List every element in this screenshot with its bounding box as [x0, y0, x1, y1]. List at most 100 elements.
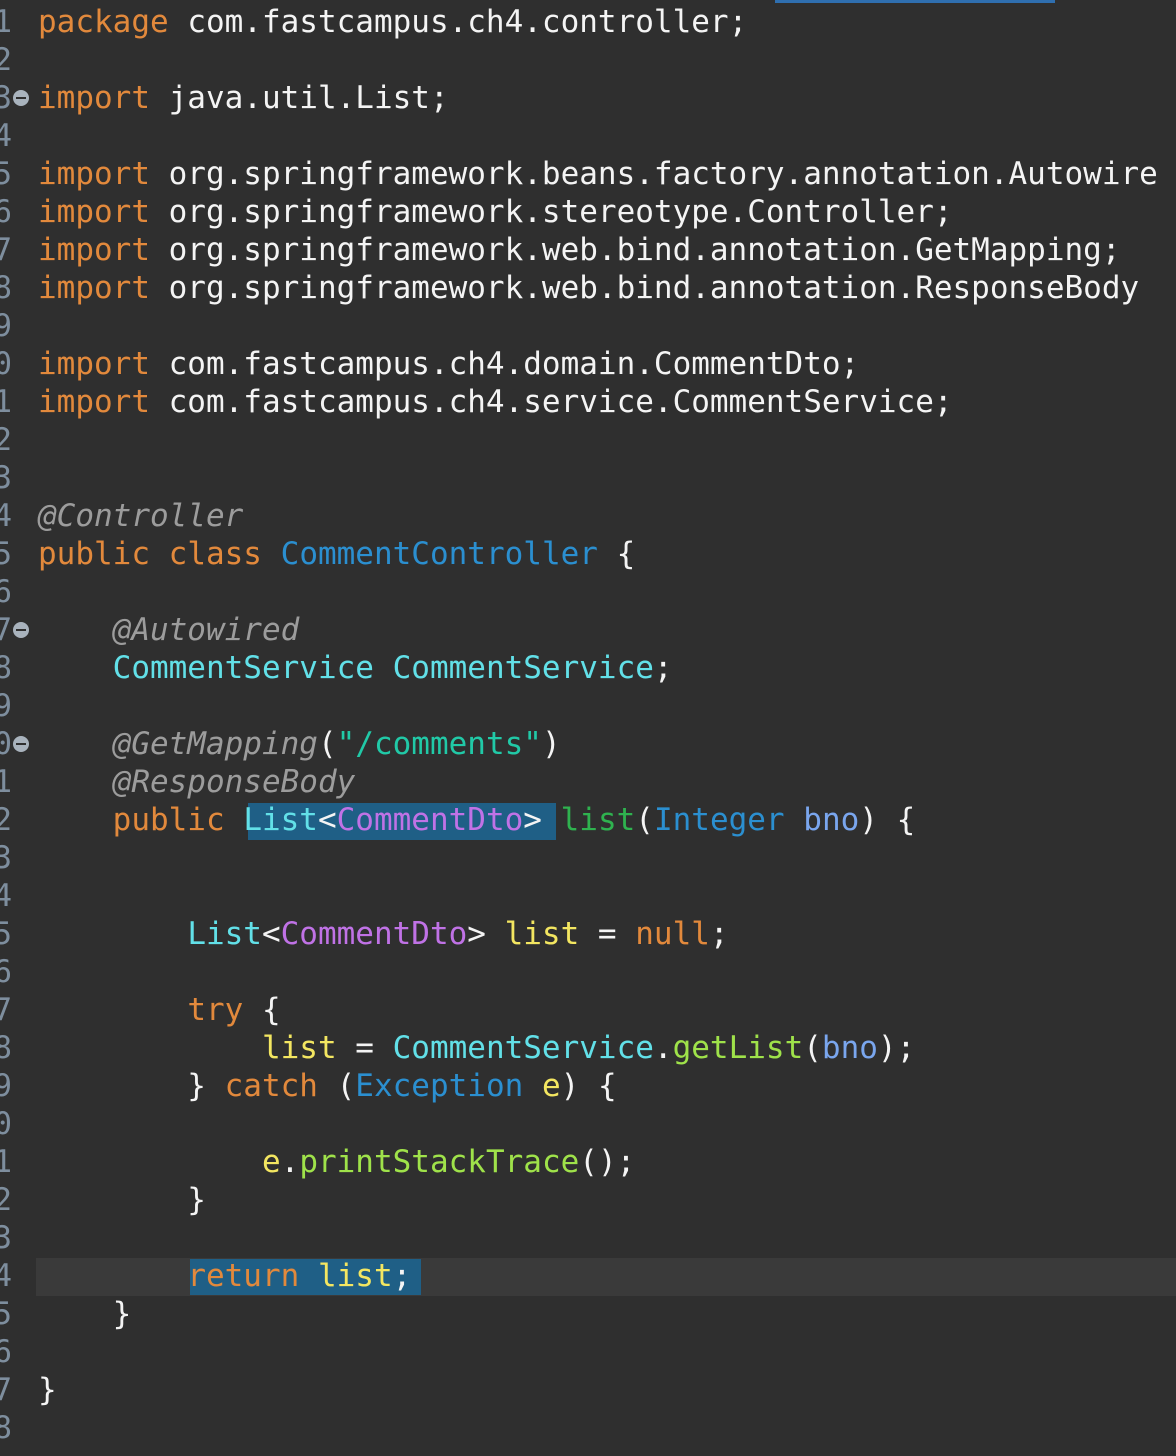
code-line[interactable]: 6 import org.springframework.stereotype.C… — [0, 193, 1176, 231]
code-line[interactable]: 4 @Controller — [0, 497, 1176, 535]
code-token: try — [187, 992, 244, 1028]
code-line[interactable]: 3 — [0, 839, 1176, 877]
line-number: 8 — [0, 1030, 12, 1066]
line-number: 4 — [0, 878, 12, 914]
line-number: 9 — [0, 1068, 12, 1104]
code-line[interactable]: 1 import com.fastcampus.ch4.service.Comme… — [0, 383, 1176, 421]
code-line[interactable]: 0 @GetMapping("/comments") — [0, 725, 1176, 763]
code-token: java.util.List; — [149, 80, 449, 116]
code-token: ; — [653, 650, 673, 686]
code-line[interactable]: 7 try { — [0, 991, 1176, 1029]
fold-collapse-icon[interactable] — [13, 736, 29, 752]
code-line[interactable]: 9 — [0, 307, 1176, 345]
code-token: > — [467, 916, 505, 952]
line-number: 1 — [0, 384, 12, 420]
code-token: CommentService — [112, 650, 374, 686]
code-line[interactable]: 0 — [0, 1105, 1176, 1143]
code-text: import org.springframework.beans.factory… — [38, 155, 1158, 193]
line-number: 0 — [0, 726, 12, 762]
code-line[interactable]: 5 List<CommentDto> list = null; — [0, 915, 1176, 953]
code-line[interactable]: 1 @ResponseBody — [0, 763, 1176, 801]
code-line[interactable]: 6 — [0, 953, 1176, 991]
code-line[interactable]: 3 import java.util.List; — [0, 79, 1176, 117]
code-line[interactable]: 2 } — [0, 1181, 1176, 1219]
code-token: CommentDto — [336, 802, 524, 838]
fold-collapse-icon[interactable] — [13, 90, 29, 106]
code-line[interactable]: 5 } — [0, 1295, 1176, 1333]
code-line[interactable]: 8 import org.springframework.web.bind.ann… — [0, 269, 1176, 307]
code-line[interactable]: 2 — [0, 41, 1176, 79]
code-token: Integer — [653, 802, 785, 838]
code-line[interactable]: 2 — [0, 421, 1176, 459]
code-line[interactable]: 5 public class CommentController { — [0, 535, 1176, 573]
code-line[interactable]: 3 — [0, 1219, 1176, 1257]
code-text: list = CommentService.getList(bno); — [38, 1029, 915, 1067]
code-token: < — [261, 916, 281, 952]
code-text: import java.util.List; — [38, 79, 449, 117]
code-token: "/comments" — [336, 726, 542, 762]
code-line[interactable]: 8 — [0, 1409, 1176, 1447]
code-line[interactable]: 7 import org.springframework.web.bind.ann… — [0, 231, 1176, 269]
code-token: import — [38, 194, 150, 230]
line-number: 9 — [0, 688, 12, 724]
line-number: 4 — [0, 118, 12, 154]
code-token: List — [243, 802, 318, 838]
line-number: 8 — [0, 270, 12, 306]
code-token: public — [38, 536, 150, 572]
code-line[interactable]: 7 @Autowired — [0, 611, 1176, 649]
code-token: catch — [224, 1068, 318, 1104]
code-line[interactable]: 8 list = CommentService.getList(bno); — [0, 1029, 1176, 1067]
code-text: import com.fastcampus.ch4.service.Commen… — [38, 383, 953, 421]
code-token: @Autowired — [112, 612, 300, 648]
code-token: bno — [821, 1030, 878, 1066]
line-number: 6 — [0, 574, 12, 610]
code-token: } — [38, 1296, 132, 1332]
line-number: 5 — [0, 916, 12, 952]
code-token: com.fastcampus.ch4.domain.CommentDto; — [149, 346, 860, 382]
fold-collapse-icon[interactable] — [13, 622, 29, 638]
line-number: 6 — [0, 954, 12, 990]
code-line[interactable]: 9 } catch (Exception e) { — [0, 1067, 1176, 1105]
code-token: e — [261, 1144, 281, 1180]
code-editor[interactable]: 1 package com.fastcampus.ch4.controller; 2… — [0, 0, 1176, 1456]
line-number: 2 — [0, 802, 12, 838]
code-text: } catch (Exception e) { — [38, 1067, 616, 1105]
code-line[interactable]: 9 — [0, 687, 1176, 725]
code-line[interactable]: 4 — [0, 117, 1176, 155]
code-token: ; — [709, 916, 729, 952]
code-line[interactable]: 3 — [0, 459, 1176, 497]
code-text: @Controller — [38, 497, 243, 535]
line-number: 4 — [0, 498, 12, 534]
code-token: list — [560, 802, 636, 838]
code-line[interactable]: 6 — [0, 1333, 1176, 1371]
code-token: list — [504, 916, 580, 952]
code-token: public — [112, 802, 225, 838]
code-line[interactable]: 6 — [0, 573, 1176, 611]
code-line[interactable]: 5 import org.springframework.beans.factor… — [0, 155, 1176, 193]
code-token: . — [280, 1144, 300, 1180]
code-line[interactable]: 8 CommentService CommentService; — [0, 649, 1176, 687]
code-line[interactable]: 0 import com.fastcampus.ch4.domain.Commen… — [0, 345, 1176, 383]
code-line[interactable]: 7} — [0, 1371, 1176, 1409]
code-token: com.fastcampus.ch4.controller; — [168, 4, 748, 40]
code-text: CommentService CommentService; — [38, 649, 673, 687]
code-text: try { — [38, 991, 280, 1029]
code-token: } — [38, 1182, 206, 1218]
code-text: import org.springframework.web.bind.anno… — [38, 269, 1139, 307]
code-line[interactable]: 4 — [0, 877, 1176, 915]
line-number: 3 — [0, 80, 12, 116]
code-line[interactable]: 2 public List<CommentDto> list(Integer b… — [0, 801, 1176, 839]
line-number: 5 — [0, 1296, 12, 1332]
code-line[interactable]: 1 e.printStackTrace(); — [0, 1143, 1176, 1181]
code-token: CommentService — [392, 650, 654, 686]
code-line[interactable]: 4 return list; — [0, 1257, 1176, 1295]
code-line[interactable]: 1 package com.fastcampus.ch4.controller; — [0, 3, 1176, 41]
line-number: 5 — [0, 156, 12, 192]
